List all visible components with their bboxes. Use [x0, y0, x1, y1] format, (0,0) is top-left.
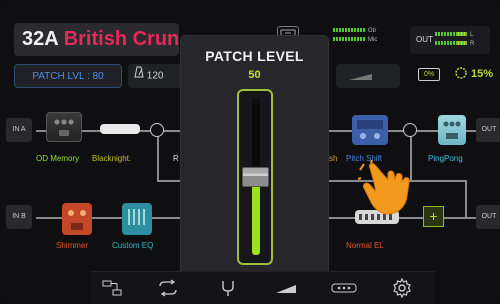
chain-split-line-h — [157, 180, 181, 182]
gtr-meter-label: Gtr — [368, 28, 377, 34]
pedal-blacknight[interactable] — [100, 124, 140, 134]
input-a[interactable]: IN A — [6, 118, 32, 142]
chain-merge-line-v — [465, 180, 467, 218]
pedal-label-od-memory: OD Memory — [36, 154, 80, 163]
pedal-pitch-shift[interactable] — [352, 115, 388, 145]
patch-level-value: 50 — [248, 69, 261, 81]
pedal-label-blacknight: Blacknight. — [92, 154, 132, 163]
pedal-shimmer[interactable] — [62, 203, 92, 235]
expression-icon — [349, 74, 372, 80]
merge-node-a[interactable] — [403, 123, 417, 137]
patch-level-slider[interactable] — [237, 89, 273, 265]
mic-meter-bar — [333, 37, 365, 42]
loop-icon[interactable] — [154, 277, 182, 299]
pedal-label-pingpong: PingPong — [428, 154, 463, 163]
preset-display[interactable]: 32ABritish Crunch — [14, 23, 179, 56]
tempo-button[interactable]: 120 — [128, 64, 186, 88]
gtr-meter-bar — [333, 28, 365, 33]
input-b[interactable]: IN B — [6, 205, 32, 229]
input-meters: Gtr Mic — [333, 27, 377, 45]
pedal-label-partial-r: R — [173, 154, 179, 163]
out-r-meter-bar — [435, 41, 467, 46]
preset-name: British Crunch — [63, 28, 179, 50]
out-l-meter-bar — [435, 32, 467, 37]
pedal-label-normal-el: Normal EL — [346, 241, 384, 250]
output-meters: OUT L R — [410, 26, 490, 54]
chain-split-line — [157, 130, 159, 180]
metronome-icon — [134, 64, 144, 88]
pedal-label-shimmer: Shimmer — [56, 241, 89, 250]
chain-line-b — [36, 217, 181, 219]
settings-icon[interactable] — [388, 277, 416, 299]
patch-level-handle[interactable] — [242, 166, 269, 187]
patch-level-button[interactable]: PATCH LVL : 80 — [14, 64, 122, 88]
patch-level-title: PATCH LEVEL — [205, 48, 304, 64]
pedal-od-memory[interactable] — [46, 112, 82, 142]
routing-icon[interactable] — [98, 277, 126, 299]
out-r-label: R — [470, 41, 475, 47]
expression-pedal-icon[interactable] — [272, 277, 300, 299]
footswitch-icon[interactable] — [330, 277, 358, 299]
patch-level-dialog: PATCH LEVEL 50 — [181, 36, 328, 276]
out-l-label: L — [470, 32, 474, 38]
pedal-label-partial-sh: sh — [329, 154, 338, 163]
output-a[interactable]: OUT — [476, 118, 500, 142]
split-node-a[interactable] — [150, 123, 164, 137]
pedal-label-custom-eq: Custom EQ — [112, 241, 154, 250]
pedal-custom-eq[interactable] — [122, 203, 152, 235]
mic-meter-label: Mic — [368, 37, 378, 43]
tuner-icon[interactable] — [214, 277, 242, 299]
preset-number: 32A — [22, 28, 59, 50]
patch-level-fill — [252, 180, 260, 255]
device-screen: 32ABritish Crunch Gtr Mic OUT L R PATCH … — [0, 0, 500, 304]
add-pedal-button[interactable]: + — [423, 206, 444, 227]
cpu-percent: 15% — [471, 68, 494, 80]
tempo-value: 120 — [146, 70, 164, 82]
output-b[interactable]: OUT — [476, 205, 500, 229]
expression-slot[interactable] — [336, 64, 400, 88]
hand-pointer-icon — [358, 160, 410, 215]
output-label: OUT — [416, 35, 433, 44]
pedal-pingpong[interactable] — [438, 115, 466, 145]
battery-icon: 0% — [418, 68, 440, 81]
cpu-icon — [455, 67, 467, 79]
bottom-toolbar — [90, 271, 435, 304]
